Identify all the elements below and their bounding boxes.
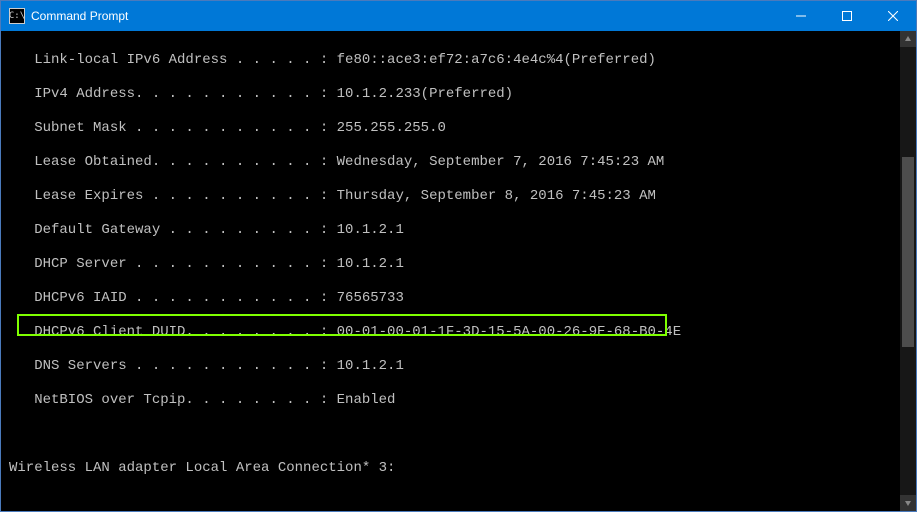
scroll-track[interactable] — [900, 47, 916, 495]
vertical-scrollbar[interactable] — [900, 31, 916, 511]
cmd-icon: C:\ — [9, 8, 25, 24]
blank-line — [9, 426, 900, 443]
console-output[interactable]: Link-local IPv6 Address . . . . . : fe80… — [1, 31, 900, 511]
output-line: Default Gateway . . . . . . . . . : 10.1… — [9, 222, 900, 239]
output-line: Link-local IPv6 Address . . . . . : fe80… — [9, 52, 900, 69]
output-line: Subnet Mask . . . . . . . . . . . : 255.… — [9, 120, 900, 137]
output-line: DHCPv6 Client DUID. . . . . . . . : 00-0… — [9, 324, 900, 341]
command-prompt-window: C:\ Command Prompt Link-local IPv6 Addre… — [0, 0, 917, 512]
output-line: Lease Obtained. . . . . . . . . . : Wedn… — [9, 154, 900, 171]
output-line: Lease Expires . . . . . . . . . . : Thur… — [9, 188, 900, 205]
scroll-thumb[interactable] — [902, 157, 914, 347]
minimize-button[interactable] — [778, 1, 824, 31]
output-line: NetBIOS over Tcpip. . . . . . . . : Enab… — [9, 392, 900, 409]
window-title: Command Prompt — [31, 9, 128, 23]
titlebar[interactable]: C:\ Command Prompt — [1, 1, 916, 31]
adapter-header: Wireless LAN adapter Local Area Connecti… — [9, 460, 900, 477]
output-line: DHCPv6 IAID . . . . . . . . . . . : 7656… — [9, 290, 900, 307]
output-line: DHCP Server . . . . . . . . . . . : 10.1… — [9, 256, 900, 273]
maximize-button[interactable] — [824, 1, 870, 31]
blank-line — [9, 494, 900, 511]
console-area: Link-local IPv6 Address . . . . . : fe80… — [1, 31, 916, 511]
output-line: DNS Servers . . . . . . . . . . . : 10.1… — [9, 358, 900, 375]
output-line: IPv4 Address. . . . . . . . . . . : 10.1… — [9, 86, 900, 103]
scroll-up-button[interactable] — [900, 31, 916, 47]
close-button[interactable] — [870, 1, 916, 31]
scroll-down-button[interactable] — [900, 495, 916, 511]
